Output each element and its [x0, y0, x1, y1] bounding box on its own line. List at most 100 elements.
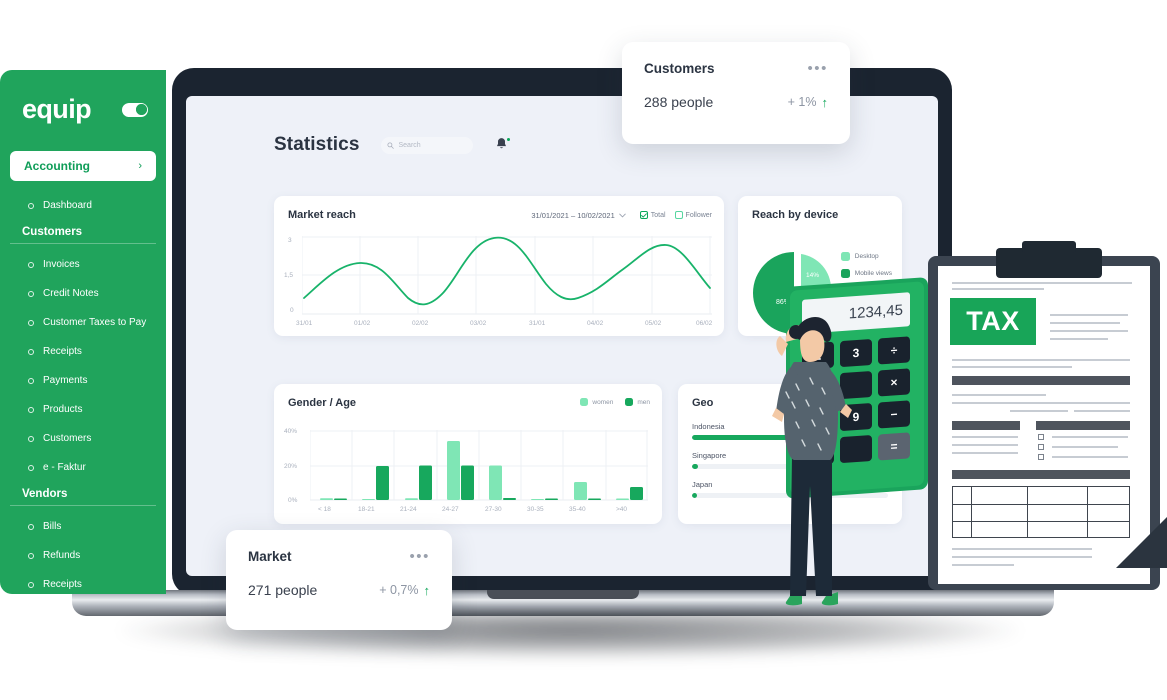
form-line [952, 564, 1014, 566]
sidebar-item-products[interactable]: Products [0, 395, 166, 424]
x-tick-7: 06/02 [696, 320, 713, 327]
x-tick-lt18: < 18 [318, 506, 331, 513]
form-section-header [1036, 421, 1130, 430]
chevron-right-icon: › [138, 160, 142, 172]
bullet-icon [28, 581, 34, 588]
sidebar-item-invoices[interactable]: Invoices [0, 250, 166, 279]
legend-item-men[interactable]: men [625, 398, 650, 406]
market-reach-line-chart [302, 236, 712, 315]
dashboard-header: Statistics Search [274, 134, 512, 156]
app-logo: equip [22, 94, 92, 124]
form-line [952, 394, 1046, 396]
calculator-key-divide[interactable]: ÷ [878, 336, 910, 365]
sidebar-item-dashboard[interactable]: Dashboard [0, 191, 166, 220]
sidebar-toggle[interactable] [122, 102, 148, 117]
y-tick-1-5: 1,5 [284, 272, 294, 279]
bullet-icon [28, 406, 34, 413]
floating-card-market: Market ••• 271 people + 0,7% ↑ [226, 530, 452, 630]
form-line [1052, 456, 1128, 458]
sidebar-item-refunds[interactable]: Refunds [0, 541, 166, 570]
sidebar-item-customer-taxes-to-pay[interactable]: Customer Taxes to Pay [0, 308, 166, 337]
checkbox-total[interactable] [639, 211, 648, 219]
x-tick-gt40: >40 [616, 506, 628, 513]
legend-item-desktop[interactable]: Desktop [840, 252, 892, 261]
sidebar-item-accounting[interactable]: Accounting › [10, 151, 156, 181]
laptop-trackpad-notch [487, 590, 639, 599]
sidebar-item-receipts[interactable]: Receipts [0, 337, 166, 366]
form-line [1050, 322, 1120, 324]
sidebar-section-vendors: Vendors [22, 488, 68, 500]
sidebar-header: equip [0, 70, 166, 125]
sidebar-label-refunds: Refunds [43, 550, 81, 561]
legend-swatch-women [580, 398, 589, 406]
legend-label-follower: Follower [685, 211, 712, 219]
more-options-icon[interactable]: ••• [409, 549, 430, 564]
sidebar-item-bills[interactable]: Bills [0, 512, 166, 541]
sidebar-item-customers[interactable]: Customers [0, 424, 166, 453]
x-tick-21-24: 21-24 [400, 506, 417, 513]
search-input[interactable]: Search [381, 136, 474, 154]
sidebar-item-payments[interactable]: Payments [0, 366, 166, 395]
legend-label-mobile-views: Mobile views [854, 270, 892, 277]
delta-value-customers: + 1% [787, 95, 817, 109]
notification-dot [506, 137, 512, 142]
sidebar-item-e-faktur[interactable]: e - Faktur [0, 453, 166, 482]
floating-card-customers: Customers ••• 288 people + 1% ↑ [622, 42, 850, 144]
more-options-icon[interactable]: ••• [807, 61, 828, 76]
y-tick-0pct: 0% [288, 497, 298, 504]
bullet-icon [28, 290, 34, 297]
x-tick-35-40: 35-40 [569, 506, 586, 513]
form-checkbox[interactable] [1038, 454, 1044, 460]
gender-age-bar-chart [310, 430, 648, 501]
geo-label-singapore: Singapore [692, 451, 727, 460]
svg-text:14%: 14% [806, 272, 819, 279]
tax-form-paper: TAX [938, 266, 1150, 584]
sidebar-accounting-label: Accounting [24, 159, 90, 173]
sidebar-label-customers: Customers [43, 433, 92, 444]
sidebar-label-vendor-receipts: Receipts [43, 579, 82, 590]
legend-swatch-men [625, 398, 634, 406]
sidebar-item-credit-notes[interactable]: Credit Notes [0, 279, 166, 308]
legend-item-total[interactable]: Total [639, 211, 666, 219]
calculator-key-multiply[interactable]: × [878, 368, 910, 397]
bullet-icon [28, 348, 34, 355]
check-icon [640, 212, 647, 218]
form-section-header [952, 421, 1020, 430]
legend-item-mobile-views[interactable]: Mobile views [840, 269, 892, 278]
tax-clipboard-illustration: TAX [928, 241, 1167, 590]
form-line [952, 288, 1044, 290]
bullet-icon [28, 377, 34, 384]
floating-card-delta-customers: + 1% ↑ [788, 95, 828, 110]
floating-card-value-market: 271 people [248, 582, 318, 598]
calculator-key-equals[interactable]: = [878, 432, 910, 461]
bullet-icon [28, 319, 34, 326]
sidebar-item-vendor-receipts[interactable]: Receipts [0, 570, 166, 594]
legend-item-follower[interactable]: Follower [674, 211, 712, 219]
form-checkbox[interactable] [1038, 444, 1044, 450]
checkbox-follower[interactable] [674, 211, 683, 219]
person-illustration [772, 316, 852, 606]
search-icon [387, 141, 395, 149]
calculator-key-minus[interactable]: − [878, 400, 910, 429]
geo-label-indonesia: Indonesia [692, 422, 725, 431]
legend-label-women: women [592, 398, 614, 406]
x-tick-3: 03/02 [470, 320, 487, 327]
date-range-selector[interactable]: 31/01/2021 – 10/02/2021 [531, 211, 626, 220]
bullet-icon [28, 552, 34, 559]
sidebar-divider [10, 505, 156, 506]
notification-bell-button[interactable] [495, 137, 512, 153]
form-line [1050, 314, 1128, 316]
form-section-header [952, 470, 1130, 479]
x-tick-6: 05/02 [645, 320, 662, 327]
arrow-up-icon: ↑ [821, 94, 829, 110]
form-line [952, 402, 1130, 404]
form-line [1050, 338, 1108, 340]
clipboard-clamp-top [1022, 241, 1076, 253]
y-tick-20: 20% [284, 463, 298, 470]
y-tick-40: 40% [284, 428, 298, 435]
floating-card-title-customers: Customers [644, 61, 715, 76]
x-tick-5: 04/02 [587, 320, 604, 327]
sidebar-divider [10, 243, 156, 244]
legend-item-women[interactable]: women [580, 398, 613, 406]
form-checkbox[interactable] [1038, 434, 1044, 440]
